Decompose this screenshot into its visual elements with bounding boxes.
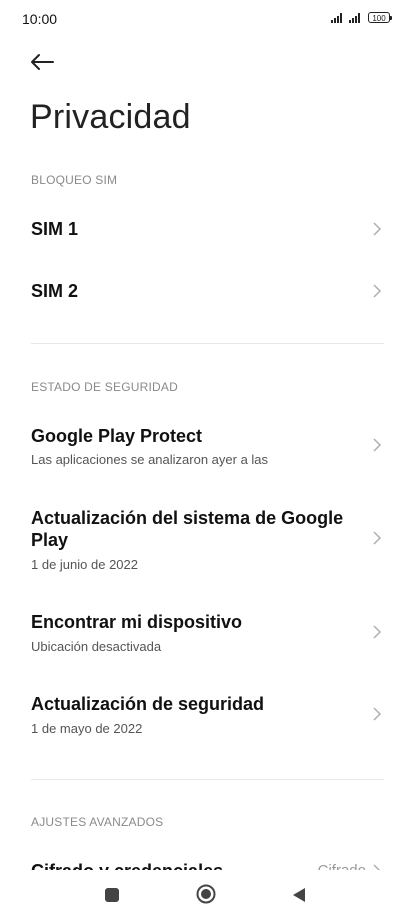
item-title: Google Play Protect xyxy=(31,426,203,446)
back-button[interactable] xyxy=(24,46,60,78)
settings-item-sim2[interactable]: SIM 2 xyxy=(0,267,414,317)
item-subtitle: Las aplicaciones se analizaron ayer a la… xyxy=(31,452,269,467)
chevron-right-icon xyxy=(373,222,382,236)
item-title: SIM 1 xyxy=(31,219,79,239)
recents-button[interactable] xyxy=(105,888,119,902)
settings-item-security-update[interactable]: Actualización de seguridad 1 de mayo de … xyxy=(0,686,414,742)
section-header-sim-lock: BLOQUEO SIM xyxy=(31,173,118,187)
item-title-line1: Actualización del sistema de Google xyxy=(31,508,344,528)
section-divider xyxy=(31,779,384,780)
nav-back-button[interactable] xyxy=(290,886,308,904)
item-title: Actualización de seguridad xyxy=(31,694,265,714)
arrow-left-icon xyxy=(31,54,54,70)
section-header-security-status: ESTADO DE SEGURIDAD xyxy=(31,380,178,394)
battery-icon: 100 xyxy=(368,12,392,23)
section-divider xyxy=(31,343,384,344)
item-subtitle: Ubicación desactivada xyxy=(31,639,162,654)
chevron-right-icon xyxy=(373,707,382,721)
signal-sim1-icon xyxy=(331,12,342,23)
item-subtitle: 1 de junio de 2022 xyxy=(31,557,138,572)
section-header-advanced-settings: AJUSTES AVANZADOS xyxy=(31,815,164,829)
item-title: Encontrar mi dispositivo xyxy=(31,612,243,632)
item-title-line2: Play xyxy=(31,530,69,550)
settings-item-google-play-protect[interactable]: Google Play Protect Las aplicaciones se … xyxy=(0,418,414,474)
settings-item-sim1[interactable]: SIM 1 xyxy=(0,205,414,255)
page-title: Privacidad xyxy=(30,98,191,136)
settings-item-find-my-device[interactable]: Encontrar mi dispositivo Ubicación desac… xyxy=(0,604,414,660)
home-button[interactable] xyxy=(196,884,216,904)
chevron-right-icon xyxy=(373,625,382,639)
chevron-right-icon xyxy=(373,284,382,298)
system-navigation-bar xyxy=(0,870,414,920)
item-title: SIM 2 xyxy=(31,281,79,301)
signal-sim2-icon xyxy=(349,12,360,23)
settings-item-google-play-system-update[interactable]: Actualización del sistema de Google Play… xyxy=(0,500,414,578)
chevron-right-icon xyxy=(373,438,382,452)
chevron-right-icon xyxy=(373,531,382,545)
item-subtitle: 1 de mayo de 2022 xyxy=(31,721,143,736)
status-bar: 10:00 100 xyxy=(0,0,414,40)
status-time: 10:00 xyxy=(22,11,58,27)
status-icons: 100 xyxy=(331,12,392,23)
